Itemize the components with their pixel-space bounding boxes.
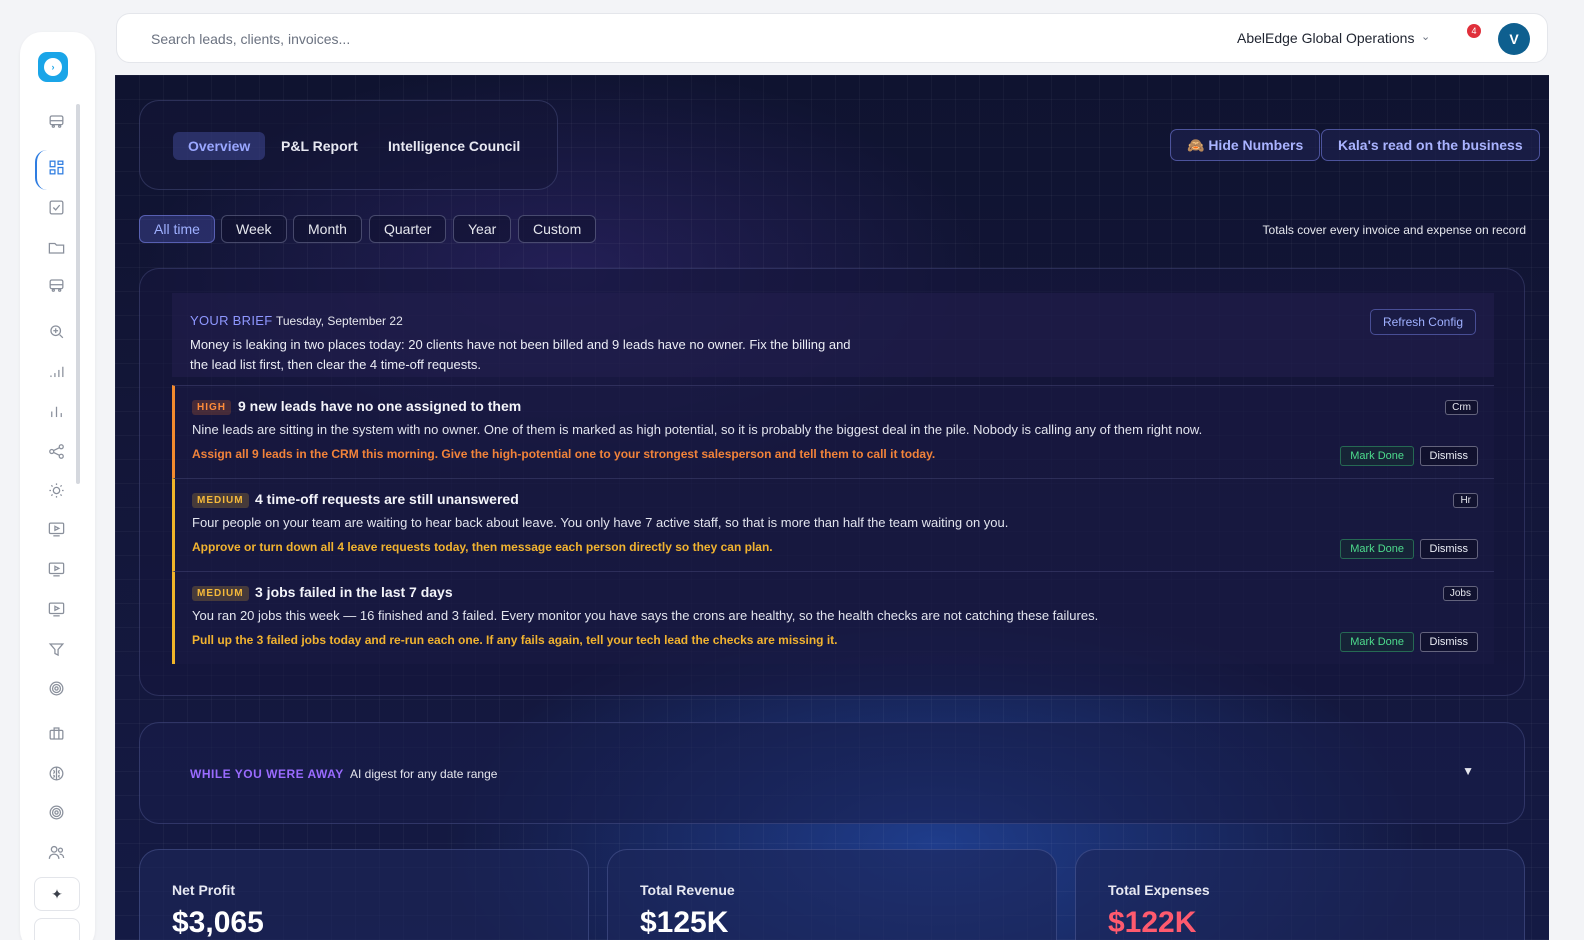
dismiss-button[interactable]: Dismiss bbox=[1419, 539, 1478, 559]
priority-badge: HIGH bbox=[192, 400, 231, 415]
sun-icon[interactable] bbox=[45, 479, 67, 501]
bus-icon[interactable] bbox=[45, 110, 67, 132]
stat-label: Total Revenue bbox=[640, 882, 735, 898]
stat-card-total-expenses: Total Expenses $122K bbox=[1075, 849, 1525, 940]
notification-badge: 4 bbox=[1467, 24, 1481, 38]
folder-icon[interactable] bbox=[45, 236, 67, 258]
checkbox-icon[interactable] bbox=[45, 196, 67, 218]
sidebar-scrollbar[interactable] bbox=[76, 104, 80, 484]
chevron-down-icon[interactable]: ⌄ bbox=[1421, 30, 1430, 43]
sidebar: › ✦ bbox=[20, 32, 95, 940]
users-icon[interactable] bbox=[45, 841, 67, 863]
target-icon[interactable] bbox=[45, 801, 67, 823]
brief-item: HIGH 9 new leads have no one assigned to… bbox=[172, 385, 1494, 478]
brief-item-title: 3 jobs failed in the last 7 days bbox=[255, 584, 453, 600]
brain-icon[interactable] bbox=[45, 762, 67, 784]
brief-label: YOUR BRIEF bbox=[190, 313, 273, 328]
brief-item: MEDIUM 4 time-off requests are still una… bbox=[172, 478, 1494, 571]
brief-item-title: 4 time-off requests are still unanswered bbox=[255, 491, 519, 507]
range-week[interactable]: Week bbox=[221, 215, 287, 243]
stat-value: $3,065 bbox=[172, 906, 264, 939]
category-tag: Hr bbox=[1453, 493, 1478, 508]
refresh-config-button[interactable]: Refresh Config bbox=[1369, 309, 1476, 335]
range-year[interactable]: Year bbox=[453, 215, 512, 243]
brief-card: YOUR BRIEF Tuesday, September 22 Money i… bbox=[139, 268, 1525, 696]
app-logo[interactable]: › bbox=[38, 52, 68, 82]
mark-done-button[interactable]: Mark Done bbox=[1340, 632, 1414, 652]
range-note: Totals cover every invoice and expense o… bbox=[1262, 223, 1526, 237]
search-input[interactable] bbox=[131, 22, 401, 56]
brief-item-title: 9 new leads have no one assigned to them bbox=[238, 398, 522, 414]
stat-label: Total Expenses bbox=[1108, 882, 1210, 898]
brief-item-description: Nine leads are sitting in the system wit… bbox=[192, 422, 1203, 437]
mark-done-button[interactable]: Mark Done bbox=[1340, 539, 1414, 559]
bus-icon[interactable] bbox=[45, 274, 67, 296]
priority-badge: MEDIUM bbox=[192, 493, 249, 508]
sparkle-icon: ✦ bbox=[51, 885, 63, 902]
brief-summary: Money is leaking in two places today: 20… bbox=[190, 337, 851, 372]
brief-item-description: You ran 20 jobs this week — 16 finished … bbox=[192, 608, 1099, 623]
brief-item-description: Four people on your team are waiting to … bbox=[192, 515, 1009, 530]
tab-overview[interactable]: Overview bbox=[173, 132, 266, 160]
user-avatar[interactable]: V bbox=[1498, 23, 1530, 55]
ai-assistant-button[interactable]: ✦ bbox=[34, 877, 80, 911]
hide-numbers-button[interactable]: 🙈 Hide Numbers bbox=[1170, 129, 1321, 161]
while-away-subtitle: AI digest for any date range bbox=[350, 767, 498, 781]
brief-item-action: Pull up the 3 failed jobs today and re-r… bbox=[192, 633, 838, 647]
main-content: Overview P&L Report Intelligence Council… bbox=[115, 75, 1549, 940]
brief-item: MEDIUM 3 jobs failed in the last 7 days … bbox=[172, 571, 1494, 664]
signal-icon[interactable] bbox=[45, 360, 67, 382]
monitor-play-icon[interactable] bbox=[45, 598, 67, 620]
share-icon[interactable] bbox=[45, 440, 67, 462]
mark-done-button[interactable]: Mark Done bbox=[1340, 446, 1414, 466]
expand-caret-icon[interactable]: ▼ bbox=[1462, 764, 1474, 778]
brief-header: YOUR BRIEF Tuesday, September 22 Money i… bbox=[172, 293, 1494, 377]
target-icon[interactable] bbox=[45, 677, 67, 699]
stat-label: Net Profit bbox=[172, 882, 235, 898]
sidebar-extra-button[interactable] bbox=[34, 918, 80, 940]
range-quarter[interactable]: Quarter bbox=[369, 215, 447, 243]
priority-badge: MEDIUM bbox=[192, 586, 249, 601]
stat-card-net-profit: Net Profit $3,065 bbox=[139, 849, 589, 940]
kala-read-button[interactable]: Kala's read on the business bbox=[1321, 129, 1540, 161]
search-zoom-icon[interactable] bbox=[45, 320, 67, 342]
range-custom[interactable]: Custom bbox=[518, 215, 597, 243]
filter-icon[interactable] bbox=[45, 638, 67, 660]
logo-glyph: › bbox=[44, 58, 62, 76]
monitor-play-icon[interactable] bbox=[45, 518, 67, 540]
stat-value: $122K bbox=[1108, 906, 1197, 939]
brief-item-action: Assign all 9 leads in the CRM this morni… bbox=[192, 447, 936, 461]
tab-intelligence-council[interactable]: Intelligence Council bbox=[373, 132, 535, 160]
org-switcher-label[interactable]: AbelEdge Global Operations bbox=[1237, 30, 1414, 46]
while-away-card[interactable]: WHILE YOU WERE AWAY AI digest for any da… bbox=[139, 722, 1525, 824]
bar-chart-icon[interactable] bbox=[45, 400, 67, 422]
category-tag: Crm bbox=[1445, 400, 1478, 415]
brief-item-action: Approve or turn down all 4 leave request… bbox=[192, 540, 773, 554]
brief-date: Tuesday, September 22 bbox=[276, 314, 403, 328]
view-tabs: Overview P&L Report Intelligence Council bbox=[139, 100, 558, 190]
stat-value: $125K bbox=[640, 906, 729, 939]
dismiss-button[interactable]: Dismiss bbox=[1419, 446, 1478, 466]
range-month[interactable]: Month bbox=[293, 215, 362, 243]
range-all-time[interactable]: All time bbox=[139, 215, 215, 243]
top-bar: AbelEdge Global Operations ⌄ 4 V bbox=[116, 13, 1548, 63]
monitor-play-icon[interactable] bbox=[45, 558, 67, 580]
stat-card-total-revenue: Total Revenue $125K bbox=[607, 849, 1057, 940]
while-away-label: WHILE YOU WERE AWAY bbox=[190, 767, 344, 781]
dismiss-button[interactable]: Dismiss bbox=[1419, 632, 1478, 652]
briefcase-icon[interactable] bbox=[45, 722, 67, 744]
category-tag: Jobs bbox=[1442, 586, 1478, 601]
tab-pl-report[interactable]: P&L Report bbox=[266, 132, 373, 160]
dashboard-icon[interactable] bbox=[45, 156, 67, 178]
